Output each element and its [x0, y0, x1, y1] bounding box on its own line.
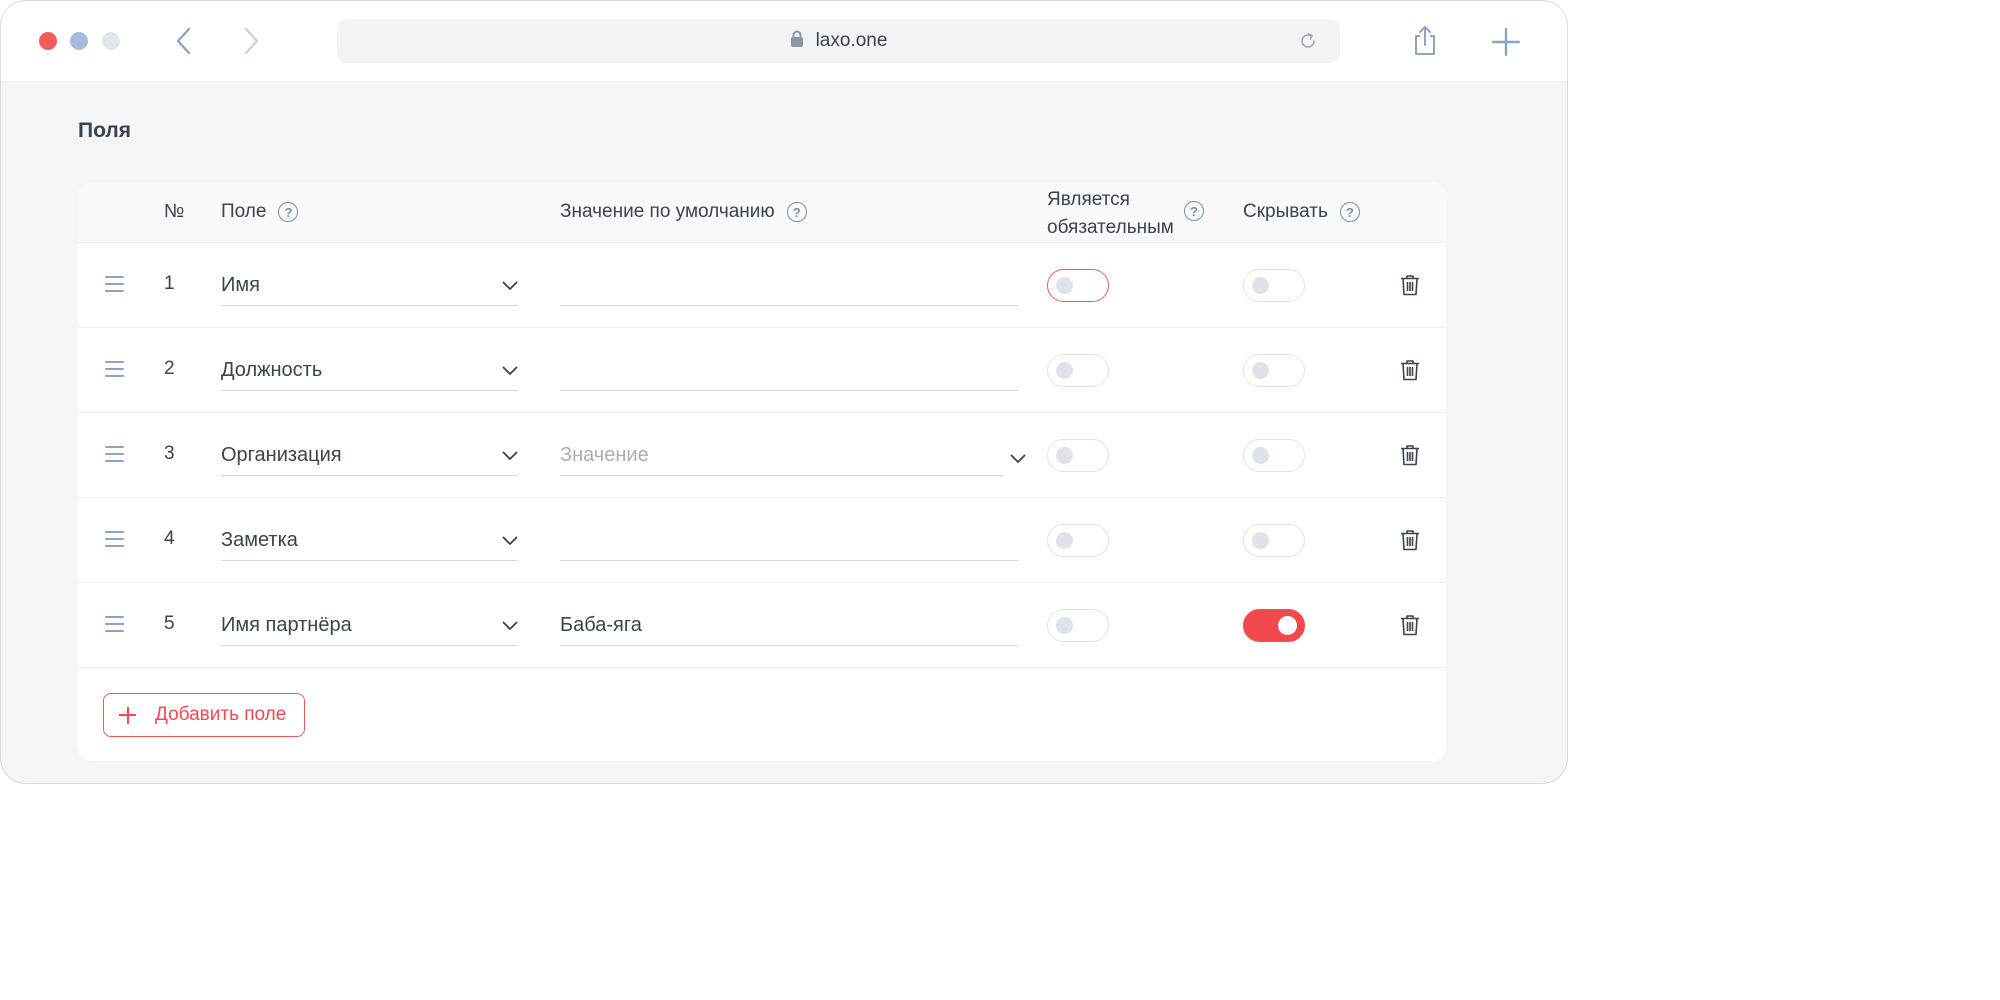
help-icon[interactable]: ?: [786, 202, 807, 222]
back-icon[interactable]: [168, 25, 198, 57]
address-bar[interactable]: laxo.one: [337, 19, 1340, 63]
browser-window: laxo.one Поля № Поле ? Значение по умолч…: [0, 0, 1568, 784]
row-number: 4: [164, 528, 175, 549]
drag-handle-icon[interactable]: [105, 446, 124, 462]
header-default: Значение по умолчанию ?: [560, 201, 807, 223]
field-select-value: Организация: [221, 444, 342, 466]
field-select-value: Имя: [221, 274, 260, 296]
header-required: Является обязательным: [1047, 186, 1174, 242]
drag-handle-icon[interactable]: [105, 276, 124, 292]
chevron-down-icon: [502, 366, 518, 375]
chevron-down-icon: [502, 536, 518, 545]
row-number: 5: [164, 613, 175, 634]
chevron-down-icon: [1010, 454, 1026, 463]
required-toggle[interactable]: [1047, 524, 1109, 557]
table-row: 3 Организация Значение: [78, 413, 1446, 498]
default-value-placeholder: Значение: [560, 444, 649, 466]
row-number: 1: [164, 273, 175, 294]
plus-icon: [119, 706, 136, 724]
new-tab-icon[interactable]: [1491, 27, 1521, 57]
default-value-input[interactable]: [560, 521, 1018, 561]
reload-icon[interactable]: [1298, 31, 1318, 51]
header-required-line1: Является: [1047, 189, 1130, 210]
required-toggle[interactable]: [1047, 269, 1109, 302]
trash-icon[interactable]: [1400, 444, 1420, 466]
forward-icon[interactable]: [237, 25, 267, 57]
table-header: № Поле ? Значение по умолчанию ? Являетс…: [78, 182, 1446, 243]
add-field-label: Добавить поле: [155, 704, 287, 725]
row-number: 3: [164, 443, 175, 464]
help-icon[interactable]: ?: [1339, 202, 1360, 222]
row-number: 2: [164, 358, 175, 379]
hide-toggle[interactable]: [1243, 439, 1305, 472]
help-icon[interactable]: ?: [278, 202, 299, 222]
hide-toggle[interactable]: [1243, 609, 1305, 642]
help-icon[interactable]: ?: [1184, 201, 1204, 221]
drag-handle-icon[interactable]: [105, 616, 124, 632]
table-row: 1 Имя: [78, 243, 1446, 328]
hide-toggle[interactable]: [1243, 524, 1305, 557]
header-field: Поле ?: [221, 201, 299, 223]
field-select-value: Должность: [221, 359, 323, 381]
header-num: №: [164, 201, 185, 222]
chevron-down-icon: [502, 621, 518, 630]
header-required-line2: обязательным: [1047, 217, 1174, 238]
field-select[interactable]: Имя партнёра: [221, 606, 518, 646]
default-value-text: Баба-яга: [560, 614, 642, 636]
field-select[interactable]: Должность: [221, 351, 518, 391]
default-value-input[interactable]: Баба-яга: [560, 606, 1018, 646]
minimize-window-button[interactable]: [70, 32, 88, 50]
field-select[interactable]: Организация: [221, 436, 518, 476]
page-title: Поля: [78, 119, 131, 142]
header-hide: Скрывать ?: [1243, 201, 1360, 223]
trash-icon[interactable]: [1400, 359, 1420, 381]
drag-handle-icon[interactable]: [105, 361, 124, 377]
share-icon[interactable]: [1411, 25, 1439, 57]
hide-toggle[interactable]: [1243, 354, 1305, 387]
fields-table: № Поле ? Значение по умолчанию ? Являетс…: [78, 182, 1446, 761]
browser-toolbar: laxo.one: [1, 1, 1567, 81]
header-default-label: Значение по умолчанию: [560, 201, 775, 222]
header-field-label: Поле: [221, 201, 267, 222]
table-row: 2 Должность: [78, 328, 1446, 413]
field-select-value: Заметка: [221, 529, 298, 551]
add-field-button[interactable]: Добавить поле: [103, 693, 305, 737]
hide-toggle[interactable]: [1243, 269, 1305, 302]
url-text: laxo.one: [815, 30, 888, 51]
required-toggle[interactable]: [1047, 609, 1109, 642]
field-select[interactable]: Имя: [221, 266, 518, 306]
trash-icon[interactable]: [1400, 614, 1420, 636]
trash-icon[interactable]: [1400, 274, 1420, 296]
chevron-down-icon: [502, 451, 518, 460]
drag-handle-icon[interactable]: [105, 531, 124, 547]
required-toggle[interactable]: [1047, 354, 1109, 387]
field-select-value: Имя партнёра: [221, 614, 352, 636]
default-value-input[interactable]: [560, 351, 1018, 391]
close-window-button[interactable]: [39, 32, 57, 50]
lock-icon: [790, 30, 804, 53]
chevron-down-icon: [502, 281, 518, 290]
default-value-select[interactable]: Значение: [560, 436, 1026, 476]
default-value-input[interactable]: [560, 266, 1018, 306]
field-select[interactable]: Заметка: [221, 521, 518, 561]
trash-icon[interactable]: [1400, 529, 1420, 551]
maximize-window-button[interactable]: [102, 32, 120, 50]
required-toggle[interactable]: [1047, 439, 1109, 472]
table-row: 4 Заметка: [78, 498, 1446, 583]
header-hide-label: Скрывать: [1243, 201, 1328, 222]
table-row: 5 Имя партнёра Баба-яга: [78, 583, 1446, 668]
